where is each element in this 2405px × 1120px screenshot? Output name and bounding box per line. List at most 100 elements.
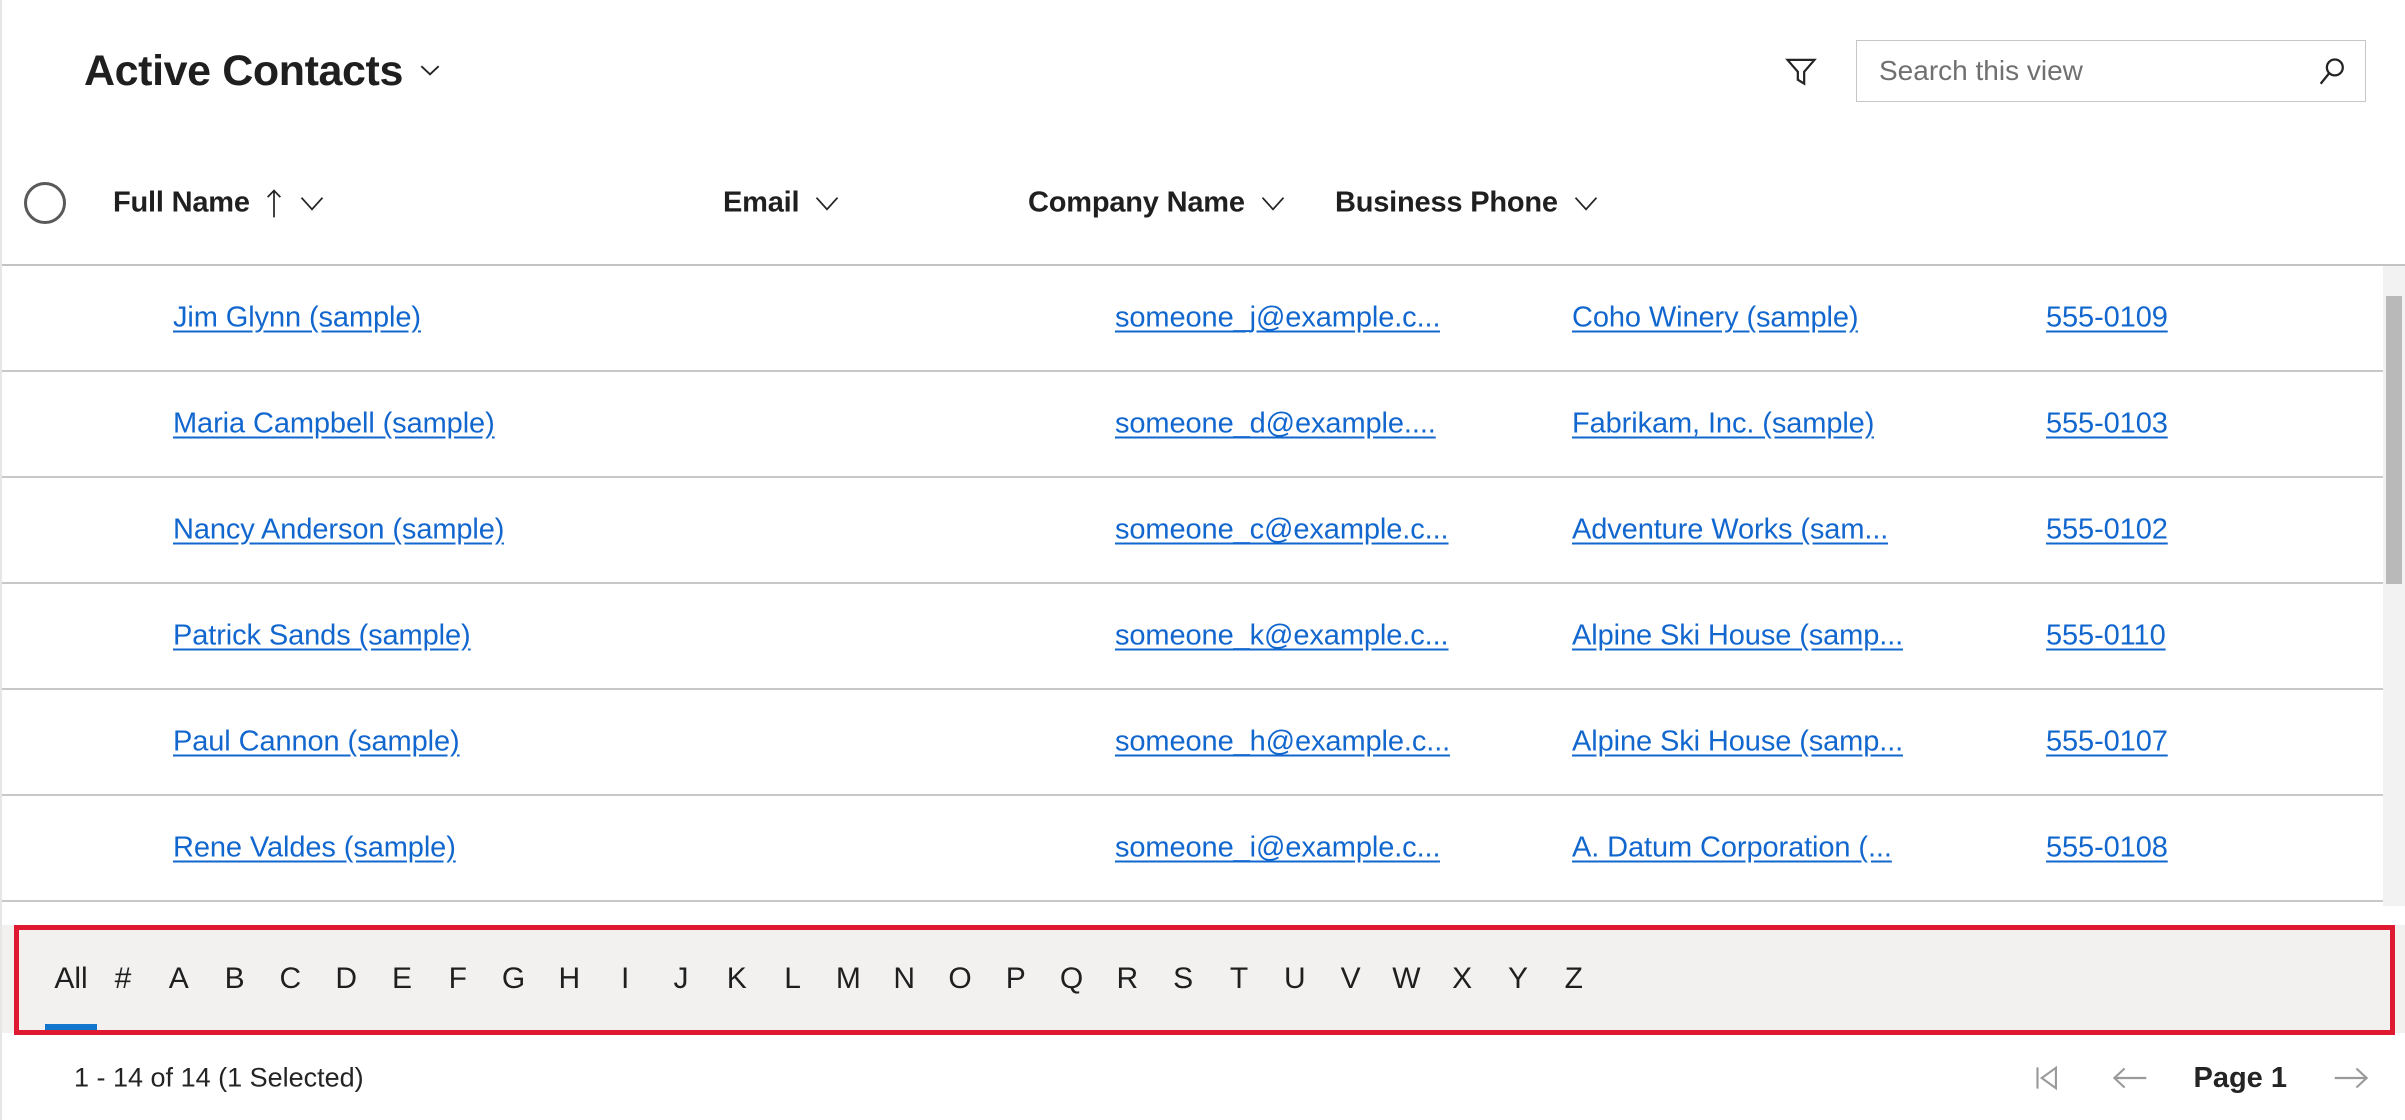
alphabet-filter-item-t[interactable]: T bbox=[1217, 925, 1261, 1033]
alphabet-filter-item-g[interactable]: G bbox=[492, 925, 536, 1033]
alphabet-filter-label: R bbox=[1116, 962, 1139, 995]
alphabet-filter-label: Q bbox=[1059, 962, 1084, 995]
chevron-down-icon[interactable] bbox=[298, 193, 326, 213]
cell-business-phone: 555-0109 bbox=[2046, 302, 2168, 335]
cell-email: someone_h@example.c... bbox=[1115, 726, 1450, 759]
alphabet-filter-item-m[interactable]: M bbox=[826, 925, 870, 1033]
cell-company-name-link[interactable]: Coho Winery (sample) bbox=[1572, 302, 1858, 334]
cell-company-name-link[interactable]: Adventure Works (sam... bbox=[1572, 514, 1888, 546]
alphabet-filter-item-o[interactable]: O bbox=[938, 925, 982, 1033]
cell-email-link[interactable]: someone_c@example.c... bbox=[1115, 514, 1449, 546]
cell-full-name-link[interactable]: Maria Campbell (sample) bbox=[173, 408, 495, 440]
alphabet-filter-item-s[interactable]: S bbox=[1161, 925, 1205, 1033]
cell-company-name: Fabrikam, Inc. (sample) bbox=[1572, 408, 1874, 441]
view-command-bar: Active Contacts bbox=[2, 0, 2405, 142]
alphabet-filter-item-hash[interactable]: # bbox=[101, 925, 145, 1033]
alphabet-filter-item-l[interactable]: L bbox=[771, 925, 815, 1033]
cell-company-name-link[interactable]: Alpine Ski House (samp... bbox=[1572, 726, 1903, 758]
table-row[interactable]: Patrick Sands (sample) someone_k@example.… bbox=[2, 584, 2405, 690]
chevron-down-icon[interactable] bbox=[1572, 193, 1600, 213]
cell-business-phone-link[interactable]: 555-0109 bbox=[2046, 302, 2168, 334]
cell-email: someone_k@example.c... bbox=[1115, 620, 1449, 653]
first-page-icon[interactable] bbox=[2026, 1058, 2066, 1098]
cell-company-name-link[interactable]: A. Datum Corporation (... bbox=[1572, 832, 1892, 864]
select-all-checkbox[interactable] bbox=[24, 182, 66, 224]
cell-email-link[interactable]: someone_j@example.c... bbox=[1115, 302, 1440, 334]
alphabet-filter-item-c[interactable]: C bbox=[268, 925, 312, 1033]
alphabet-filter-item-y[interactable]: Y bbox=[1496, 925, 1540, 1033]
alphabet-filter-item-e[interactable]: E bbox=[380, 925, 424, 1033]
alphabet-filter-item-h[interactable]: H bbox=[547, 925, 591, 1033]
alphabet-filter-item-j[interactable]: J bbox=[659, 925, 703, 1033]
search-icon[interactable] bbox=[2315, 54, 2349, 88]
alphabet-filter-label: F bbox=[448, 962, 467, 995]
arrow-up-icon bbox=[264, 188, 284, 218]
chevron-down-icon[interactable] bbox=[813, 193, 841, 213]
cell-full-name-link[interactable]: Rene Valdes (sample) bbox=[173, 832, 456, 864]
search-box[interactable] bbox=[1856, 40, 2366, 102]
grid-body: Jim Glynn (sample) someone_j@example.c...… bbox=[2, 266, 2405, 906]
alphabet-filter-item-k[interactable]: K bbox=[715, 925, 759, 1033]
alphabet-filter-label: G bbox=[501, 962, 526, 995]
cell-business-phone-link[interactable]: 555-0102 bbox=[2046, 514, 2168, 546]
cell-business-phone-link[interactable]: 555-0108 bbox=[2046, 832, 2168, 864]
page-title: Active Contacts bbox=[84, 46, 403, 95]
cell-company-name: Coho Winery (sample) bbox=[1572, 302, 1858, 335]
cell-business-phone: 555-0108 bbox=[2046, 832, 2168, 865]
vertical-scrollbar[interactable] bbox=[2383, 266, 2405, 906]
table-row[interactable]: Jim Glynn (sample) someone_j@example.c...… bbox=[2, 266, 2405, 372]
cell-email-link[interactable]: someone_h@example.c... bbox=[1115, 726, 1450, 758]
cell-full-name: Jim Glynn (sample) bbox=[173, 302, 421, 335]
cell-company-name-link[interactable]: Fabrikam, Inc. (sample) bbox=[1572, 408, 1874, 440]
alphabet-filter-label: K bbox=[726, 962, 747, 995]
table-row[interactable]: Paul Cannon (sample) someone_h@example.c.… bbox=[2, 690, 2405, 796]
alphabet-filter-item-b[interactable]: B bbox=[213, 925, 257, 1033]
cell-business-phone-link[interactable]: 555-0107 bbox=[2046, 726, 2168, 758]
search-input[interactable] bbox=[1857, 41, 2365, 101]
cell-full-name-link[interactable]: Patrick Sands (sample) bbox=[173, 620, 471, 652]
alphabet-filter-item-z[interactable]: Z bbox=[1552, 925, 1596, 1033]
alphabet-filter-item-all[interactable]: All bbox=[43, 925, 99, 1033]
alphabet-filter-item-w[interactable]: W bbox=[1384, 925, 1428, 1033]
alphabet-filter-label: A bbox=[168, 962, 189, 995]
filter-funnel-icon[interactable] bbox=[1770, 40, 1832, 102]
cell-full-name-link[interactable]: Jim Glynn (sample) bbox=[173, 302, 421, 334]
cell-email-link[interactable]: someone_i@example.c... bbox=[1115, 832, 1440, 864]
scrollbar-thumb[interactable] bbox=[2386, 296, 2402, 584]
alphabet-filter-item-a[interactable]: A bbox=[157, 925, 201, 1033]
record-count-label: 1 - 14 of 14 (1 Selected) bbox=[74, 1062, 364, 1093]
alphabet-filter-item-p[interactable]: P bbox=[994, 925, 1038, 1033]
alphabet-filter-item-v[interactable]: V bbox=[1329, 925, 1373, 1033]
alphabet-filter-item-u[interactable]: U bbox=[1273, 925, 1317, 1033]
chevron-down-icon[interactable] bbox=[417, 57, 443, 83]
cell-email-link[interactable]: someone_k@example.c... bbox=[1115, 620, 1449, 652]
cell-full-name-link[interactable]: Paul Cannon (sample) bbox=[173, 726, 460, 758]
alphabet-filter-item-q[interactable]: Q bbox=[1050, 925, 1094, 1033]
column-header-business-phone[interactable]: Business Phone bbox=[1335, 187, 1600, 220]
alphabet-filter-item-r[interactable]: R bbox=[1105, 925, 1149, 1033]
cell-business-phone-link[interactable]: 555-0103 bbox=[2046, 408, 2168, 440]
alphabet-filter-item-n[interactable]: N bbox=[882, 925, 926, 1033]
alphabet-filter-label: J bbox=[673, 962, 689, 995]
cell-business-phone-link[interactable]: 555-0110 bbox=[2046, 620, 2166, 652]
alphabet-filter-item-f[interactable]: F bbox=[436, 925, 480, 1033]
column-header-email[interactable]: Email bbox=[723, 187, 841, 220]
alphabet-filter-item-i[interactable]: I bbox=[603, 925, 647, 1033]
cell-full-name-link[interactable]: Nancy Anderson (sample) bbox=[173, 514, 504, 546]
column-header-full-name[interactable]: Full Name bbox=[113, 187, 326, 220]
table-row[interactable]: Nancy Anderson (sample) someone_c@example… bbox=[2, 478, 2405, 584]
alphabet-filter-item-x[interactable]: X bbox=[1440, 925, 1484, 1033]
cell-company-name-link[interactable]: Alpine Ski House (samp... bbox=[1572, 620, 1903, 652]
alphabet-filter-item-d[interactable]: D bbox=[324, 925, 368, 1033]
table-row[interactable]: Rene Valdes (sample) someone_i@example.c.… bbox=[2, 796, 2405, 902]
column-header-company-name[interactable]: Company Name bbox=[1028, 187, 1287, 220]
chevron-down-icon[interactable] bbox=[1259, 193, 1287, 213]
column-header-label: Email bbox=[723, 186, 800, 219]
cell-email-link[interactable]: someone_d@example.... bbox=[1115, 408, 1436, 440]
previous-page-icon[interactable] bbox=[2110, 1058, 2150, 1098]
view-selector[interactable]: Active Contacts bbox=[84, 46, 443, 95]
cell-full-name: Paul Cannon (sample) bbox=[173, 726, 460, 759]
table-row[interactable]: Maria Campbell (sample) someone_d@example… bbox=[2, 372, 2405, 478]
column-header-label: Full Name bbox=[113, 186, 250, 219]
next-page-icon[interactable] bbox=[2331, 1058, 2371, 1098]
